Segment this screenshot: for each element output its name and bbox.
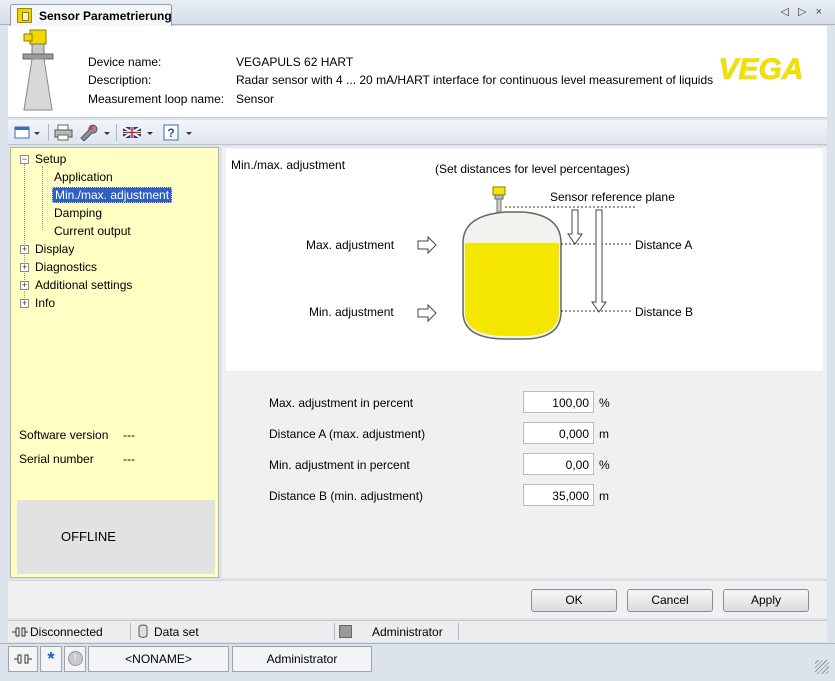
language-flag-icon[interactable] — [122, 124, 156, 141]
serial-number-value: --- — [123, 452, 135, 466]
loop-name-value: Sensor — [236, 92, 275, 106]
distance-a-input[interactable]: 0,000 — [523, 422, 594, 444]
dataset-status: Data set — [154, 625, 199, 639]
wrench-icon[interactable] — [78, 124, 112, 141]
min-percent-input[interactable]: 0,00 — [523, 453, 594, 475]
serial-number-label: Serial number — [19, 452, 94, 466]
tree-item-application[interactable]: Application — [54, 170, 113, 184]
field-label-max-percent: Max. adjustment in percent — [269, 396, 414, 410]
svg-text:?: ? — [167, 126, 174, 140]
tank-diagram — [417, 186, 636, 340]
unit-percent: % — [599, 396, 610, 410]
tree-item-additional-settings[interactable]: Additional settings — [35, 278, 132, 292]
expand-icon[interactable]: + — [20, 281, 29, 290]
view-layout-icon[interactable] — [14, 124, 42, 141]
expand-icon[interactable]: + — [20, 245, 29, 254]
collapse-icon[interactable]: − — [20, 155, 29, 164]
user-status: Administrator — [372, 625, 443, 639]
project-name[interactable]: <NONAME> — [88, 646, 229, 672]
description-label: Description: — [88, 73, 152, 87]
disconnected-plug-icon — [12, 627, 28, 637]
description-value: Radar sensor with 4 ... 20 mA/HART inter… — [236, 73, 714, 87]
dialog-button-bar: OK Cancel Apply — [8, 580, 827, 618]
offline-status: OFFLINE — [61, 529, 116, 544]
resize-grip-icon[interactable] — [815, 660, 829, 674]
tab-sensor-parametrierung[interactable]: Sensor Parametrierung — [10, 4, 172, 26]
unit-meter: m — [599, 489, 609, 503]
field-label-distance-a: Distance A (max. adjustment) — [269, 427, 426, 441]
info-disabled-icon: ! — [64, 646, 86, 672]
document-tab-bar: Sensor Parametrierung ◁ ▷ × — [0, 0, 835, 26]
footer-bar: * ! <NONAME> Administrator — [0, 643, 835, 681]
expand-icon[interactable]: + — [20, 299, 29, 308]
sensor-app-icon — [17, 8, 32, 23]
max-percent-input[interactable]: 100,00 — [523, 391, 594, 413]
connection-status-box: OFFLINE — [17, 500, 215, 574]
tree-item-diagnostics[interactable]: Diagnostics — [35, 260, 97, 274]
dataset-icon — [138, 624, 148, 638]
software-version-value: --- — [123, 428, 135, 442]
footer-user[interactable]: Administrator — [232, 646, 372, 672]
loop-name-label: Measurement loop name: — [88, 92, 225, 106]
adjustment-diagram: Min./max. adjustment (Set distances for … — [226, 149, 823, 371]
field-label-distance-b: Distance B (min. adjustment) — [269, 489, 424, 503]
toolbar: ? — [8, 120, 827, 145]
tree-item-info[interactable]: Info — [35, 296, 55, 310]
asterisk-icon[interactable]: * — [40, 646, 62, 672]
navigation-tree-panel: − Setup Application Min./max. adjustment… — [10, 147, 219, 578]
unit-percent: % — [599, 458, 610, 472]
expand-icon[interactable]: + — [20, 263, 29, 272]
tree-item-display[interactable]: Display — [35, 242, 74, 256]
software-version-label: Software version — [19, 428, 109, 442]
tree-line — [42, 166, 43, 230]
user-status-icon — [339, 625, 352, 638]
device-name-value: VEGAPULS 62 HART — [236, 55, 354, 69]
connection-status: Disconnected — [30, 625, 103, 639]
print-icon[interactable] — [54, 124, 74, 141]
connection-toggle-icon[interactable] — [8, 646, 38, 672]
vega-logo: VEGA — [718, 54, 804, 84]
tree-item-damping[interactable]: Damping — [54, 206, 102, 220]
tree-item-min-max-adjustment[interactable]: Min./max. adjustment — [52, 187, 173, 203]
device-header: Device name: VEGAPULS 62 HART Descriptio… — [8, 26, 827, 118]
tree-item-setup[interactable]: Setup — [35, 152, 66, 166]
apply-button[interactable]: Apply — [723, 589, 809, 612]
unit-meter: m — [599, 427, 609, 441]
distance-b-input[interactable]: 35,000 — [523, 484, 594, 506]
adjustment-panel: Min./max. adjustment (Set distances for … — [222, 147, 827, 578]
tab-label: Sensor Parametrierung — [39, 9, 172, 23]
device-name-label: Device name: — [88, 55, 162, 69]
field-label-min-percent: Min. adjustment in percent — [269, 458, 410, 472]
status-bar: Disconnected Data set Administrator — [8, 620, 827, 642]
cancel-button[interactable]: Cancel — [627, 589, 713, 612]
tab-nav-arrows-icon[interactable]: ◁ ▷ × — [781, 5, 825, 18]
sensor-image-icon — [22, 29, 54, 111]
ok-button[interactable]: OK — [531, 589, 617, 612]
tree-item-current-output[interactable]: Current output — [54, 224, 131, 238]
svg-text:VEGA: VEGA — [718, 54, 803, 84]
help-icon[interactable]: ? — [162, 124, 196, 141]
